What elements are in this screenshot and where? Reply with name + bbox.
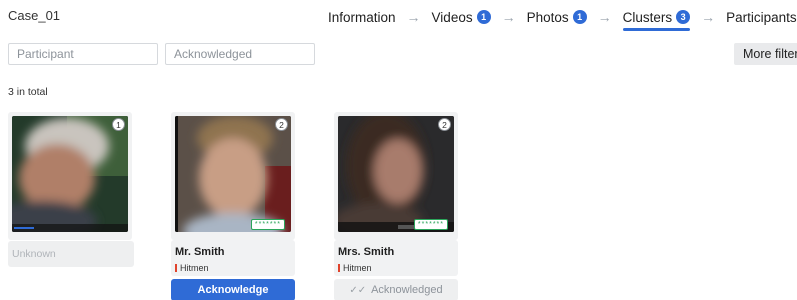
results-count: 3 in total [8, 86, 48, 98]
tab-information-label: Information [328, 9, 396, 25]
acknowledge-button[interactable]: Acknowledge [171, 279, 295, 300]
tab-photos-label: Photos [526, 9, 569, 25]
cluster-name-unknown: Unknown [8, 241, 134, 267]
acknowledged-label: Acknowledged [371, 284, 443, 296]
step-navigation: Information → Videos 1 → Photos 1 → Clus… [328, 6, 797, 31]
arrow-right-icon: → [701, 9, 716, 25]
cluster-count-badge: 1 [112, 118, 125, 131]
acknowledged-filter-placeholder: Acknowledged [174, 47, 253, 61]
tab-photos[interactable]: Photos 1 [527, 10, 587, 25]
cluster-thumbnail[interactable]: 2 ******* [338, 116, 454, 232]
cluster-thumbnail[interactable]: 1 [12, 116, 128, 232]
group-marker-icon [175, 264, 177, 272]
participant-group-label: Hitmen [180, 263, 209, 273]
cluster-card[interactable]: 2 ******* [334, 112, 458, 240]
tab-clusters-label: Clusters [622, 9, 673, 25]
cluster-card[interactable]: 2 ******* [171, 112, 295, 240]
participant-name: Mr. Smith [175, 246, 225, 258]
acknowledged-filter[interactable]: Acknowledged [165, 43, 315, 65]
cluster-info: Mr. Smith Hitmen [171, 240, 295, 276]
cluster-count-badge: 2 [275, 118, 288, 131]
tab-videos-badge: 1 [476, 10, 491, 24]
cluster-count-badge: 2 [438, 118, 451, 131]
arrow-right-icon: → [597, 9, 612, 25]
tab-participants[interactable]: Participants 0 [726, 10, 797, 25]
blurred-face-image [175, 116, 291, 232]
participant-filter[interactable]: Participant [8, 43, 158, 65]
tab-clusters-badge: 3 [676, 10, 691, 24]
tab-videos-label: Videos [431, 9, 473, 25]
participant-code-tag: ******* [250, 219, 285, 230]
acknowledged-button[interactable]: ✓✓ Acknowledged [334, 279, 458, 300]
participant-code-tag: ******* [413, 219, 448, 230]
group-marker-icon [338, 264, 340, 272]
case-title: Case_01 [8, 8, 61, 23]
tab-clusters[interactable]: Clusters 3 [622, 9, 691, 31]
tab-information[interactable]: Information [328, 10, 396, 25]
arrow-right-icon: → [501, 9, 516, 25]
cluster-card[interactable]: 1 [8, 112, 132, 240]
tab-participants-label: Participants [726, 9, 797, 25]
participant-group: Hitmen [338, 263, 454, 273]
participant-group: Hitmen [175, 263, 291, 273]
double-check-icon: ✓✓ [349, 284, 367, 296]
blurred-face-image [338, 116, 454, 232]
cluster-info: Mrs. Smith Hitmen [334, 240, 458, 276]
blurred-face-image [12, 116, 128, 232]
participant-name: Mrs. Smith [338, 246, 395, 258]
arrow-right-icon: → [406, 9, 421, 25]
tab-photos-badge: 1 [572, 10, 587, 24]
tab-videos[interactable]: Videos 1 [432, 10, 491, 25]
participant-group-label: Hitmen [343, 263, 372, 273]
participant-filter-placeholder: Participant [17, 47, 74, 61]
cluster-thumbnail[interactable]: 2 ******* [175, 116, 291, 232]
more-filters-button[interactable]: More filters [734, 43, 797, 65]
